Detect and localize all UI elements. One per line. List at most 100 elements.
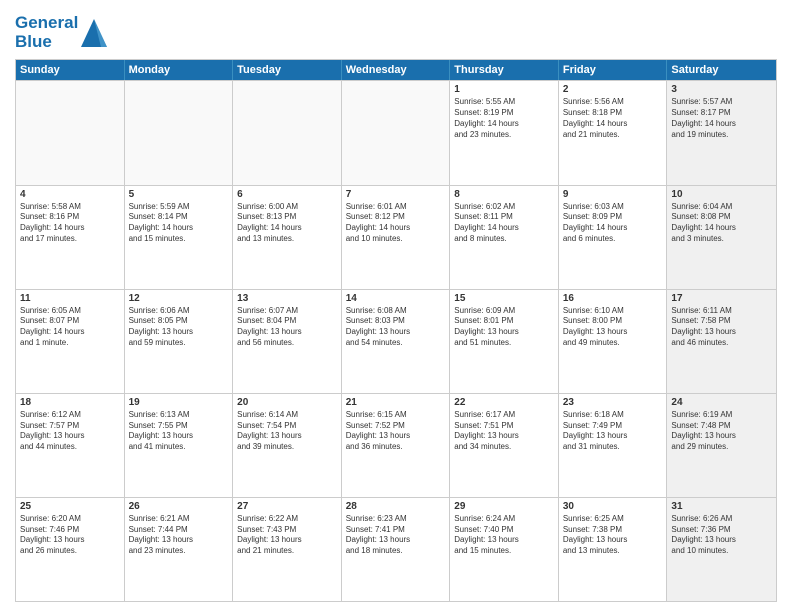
calendar-cell: 3Sunrise: 5:57 AM Sunset: 8:17 PM Daylig… — [667, 81, 776, 184]
cell-info: Sunrise: 5:58 AM Sunset: 8:16 PM Dayligh… — [20, 202, 120, 245]
day-header-wednesday: Wednesday — [342, 60, 451, 80]
calendar-cell: 14Sunrise: 6:08 AM Sunset: 8:03 PM Dayli… — [342, 290, 451, 393]
calendar-cell: 4 Sunrise: 5:58 AM Sunset: 8:16 PM Daylig… — [16, 186, 125, 289]
day-header-friday: Friday — [559, 60, 668, 80]
day-number: 8 — [454, 189, 554, 200]
calendar-cell: 2 Sunrise: 5:56 AM Sunset: 8:18 PM Daylig… — [559, 81, 668, 184]
cell-info: Sunrise: 6:21 AM Sunset: 7:44 PM Dayligh… — [129, 514, 229, 557]
week-row-3: 18Sunrise: 6:12 AM Sunset: 7:57 PM Dayli… — [16, 393, 776, 497]
day-number: 7 — [346, 189, 446, 200]
day-number: 13 — [237, 293, 337, 304]
day-header-thursday: Thursday — [450, 60, 559, 80]
cell-info: Sunrise: 6:23 AM Sunset: 7:41 PM Dayligh… — [346, 514, 446, 557]
day-number: 24 — [671, 397, 772, 408]
day-number: 21 — [346, 397, 446, 408]
cell-info: Sunrise: 6:06 AM Sunset: 8:05 PM Dayligh… — [129, 306, 229, 349]
cell-info: Sunrise: 6:19 AM Sunset: 7:48 PM Dayligh… — [671, 410, 772, 453]
day-number: 22 — [454, 397, 554, 408]
cell-info: Sunrise: 6:00 AM Sunset: 8:13 PM Dayligh… — [237, 202, 337, 245]
cell-info: Sunrise: 6:13 AM Sunset: 7:55 PM Dayligh… — [129, 410, 229, 453]
cell-info: Sunrise: 5:57 AM Sunset: 8:17 PM Dayligh… — [671, 97, 772, 140]
calendar-cell: 31 Sunrise: 6:26 AM Sunset: 7:36 PM Dayli… — [667, 498, 776, 601]
cell-info: Sunrise: 6:11 AM Sunset: 7:58 PM Dayligh… — [671, 306, 772, 349]
logo: General Blue — [15, 14, 107, 51]
calendar-cell: 10Sunrise: 6:04 AM Sunset: 8:08 PM Dayli… — [667, 186, 776, 289]
day-header-tuesday: Tuesday — [233, 60, 342, 80]
week-row-1: 4 Sunrise: 5:58 AM Sunset: 8:16 PM Daylig… — [16, 185, 776, 289]
day-number: 5 — [129, 189, 229, 200]
day-number: 25 — [20, 501, 120, 512]
cell-info: Sunrise: 6:25 AM Sunset: 7:38 PM Dayligh… — [563, 514, 663, 557]
calendar-cell: 23 Sunrise: 6:18 AM Sunset: 7:49 PM Dayli… — [559, 394, 668, 497]
day-number: 6 — [237, 189, 337, 200]
cell-info: Sunrise: 6:08 AM Sunset: 8:03 PM Dayligh… — [346, 306, 446, 349]
cell-info: Sunrise: 5:56 AM Sunset: 8:18 PM Dayligh… — [563, 97, 663, 140]
calendar-header: SundayMondayTuesdayWednesdayThursdayFrid… — [16, 60, 776, 80]
logo-blue: Blue — [15, 33, 78, 52]
cell-info: Sunrise: 6:09 AM Sunset: 8:01 PM Dayligh… — [454, 306, 554, 349]
cell-info: Sunrise: 5:55 AM Sunset: 8:19 PM Dayligh… — [454, 97, 554, 140]
calendar-cell: 30 Sunrise: 6:25 AM Sunset: 7:38 PM Dayli… — [559, 498, 668, 601]
calendar-cell: 18Sunrise: 6:12 AM Sunset: 7:57 PM Dayli… — [16, 394, 125, 497]
day-number: 29 — [454, 501, 554, 512]
day-header-saturday: Saturday — [667, 60, 776, 80]
cell-info: Sunrise: 6:18 AM Sunset: 7:49 PM Dayligh… — [563, 410, 663, 453]
cell-info: Sunrise: 6:22 AM Sunset: 7:43 PM Dayligh… — [237, 514, 337, 557]
calendar-cell: 17 Sunrise: 6:11 AM Sunset: 7:58 PM Dayli… — [667, 290, 776, 393]
week-row-4: 25Sunrise: 6:20 AM Sunset: 7:46 PM Dayli… — [16, 497, 776, 601]
cell-info: Sunrise: 6:03 AM Sunset: 8:09 PM Dayligh… — [563, 202, 663, 245]
calendar-cell: 26Sunrise: 6:21 AM Sunset: 7:44 PM Dayli… — [125, 498, 234, 601]
calendar-cell: 7 Sunrise: 6:01 AM Sunset: 8:12 PM Daylig… — [342, 186, 451, 289]
day-number: 30 — [563, 501, 663, 512]
day-number: 27 — [237, 501, 337, 512]
calendar-cell: 27 Sunrise: 6:22 AM Sunset: 7:43 PM Dayli… — [233, 498, 342, 601]
day-number: 2 — [563, 84, 663, 95]
calendar-cell: 5Sunrise: 5:59 AM Sunset: 8:14 PM Daylig… — [125, 186, 234, 289]
calendar: SundayMondayTuesdayWednesdayThursdayFrid… — [15, 59, 777, 602]
day-number: 9 — [563, 189, 663, 200]
calendar-cell: 11 Sunrise: 6:05 AM Sunset: 8:07 PM Dayli… — [16, 290, 125, 393]
calendar-cell: 8 Sunrise: 6:02 AM Sunset: 8:11 PM Daylig… — [450, 186, 559, 289]
day-number: 15 — [454, 293, 554, 304]
calendar-cell: 13 Sunrise: 6:07 AM Sunset: 8:04 PM Dayli… — [233, 290, 342, 393]
cell-info: Sunrise: 6:04 AM Sunset: 8:08 PM Dayligh… — [671, 202, 772, 245]
day-number: 20 — [237, 397, 337, 408]
week-row-2: 11 Sunrise: 6:05 AM Sunset: 8:07 PM Dayli… — [16, 289, 776, 393]
calendar-cell: 28 Sunrise: 6:23 AM Sunset: 7:41 PM Dayli… — [342, 498, 451, 601]
day-number: 11 — [20, 293, 120, 304]
calendar-cell: 15 Sunrise: 6:09 AM Sunset: 8:01 PM Dayli… — [450, 290, 559, 393]
calendar-cell: 29 Sunrise: 6:24 AM Sunset: 7:40 PM Dayli… — [450, 498, 559, 601]
cell-info: Sunrise: 6:24 AM Sunset: 7:40 PM Dayligh… — [454, 514, 554, 557]
day-number: 23 — [563, 397, 663, 408]
calendar-cell: 12 Sunrise: 6:06 AM Sunset: 8:05 PM Dayli… — [125, 290, 234, 393]
calendar-cell: 19 Sunrise: 6:13 AM Sunset: 7:55 PM Dayli… — [125, 394, 234, 497]
day-number: 16 — [563, 293, 663, 304]
calendar-cell: 24 Sunrise: 6:19 AM Sunset: 7:48 PM Dayli… — [667, 394, 776, 497]
cell-info: Sunrise: 6:12 AM Sunset: 7:57 PM Dayligh… — [20, 410, 120, 453]
cell-info: Sunrise: 6:07 AM Sunset: 8:04 PM Dayligh… — [237, 306, 337, 349]
day-number: 17 — [671, 293, 772, 304]
day-number: 4 — [20, 189, 120, 200]
day-number: 19 — [129, 397, 229, 408]
cell-info: Sunrise: 6:01 AM Sunset: 8:12 PM Dayligh… — [346, 202, 446, 245]
day-number: 28 — [346, 501, 446, 512]
cell-info: Sunrise: 6:02 AM Sunset: 8:11 PM Dayligh… — [454, 202, 554, 245]
day-number: 12 — [129, 293, 229, 304]
cell-info: Sunrise: 6:05 AM Sunset: 8:07 PM Dayligh… — [20, 306, 120, 349]
calendar-cell: 9 Sunrise: 6:03 AM Sunset: 8:09 PM Daylig… — [559, 186, 668, 289]
calendar-body: 1Sunrise: 5:55 AM Sunset: 8:19 PM Daylig… — [16, 80, 776, 601]
cell-info: Sunrise: 6:10 AM Sunset: 8:00 PM Dayligh… — [563, 306, 663, 349]
calendar-cell: 20Sunrise: 6:14 AM Sunset: 7:54 PM Dayli… — [233, 394, 342, 497]
day-header-monday: Monday — [125, 60, 234, 80]
calendar-cell — [16, 81, 125, 184]
calendar-cell — [233, 81, 342, 184]
calendar-cell: 1Sunrise: 5:55 AM Sunset: 8:19 PM Daylig… — [450, 81, 559, 184]
calendar-cell: 25Sunrise: 6:20 AM Sunset: 7:46 PM Dayli… — [16, 498, 125, 601]
logo-icon — [81, 17, 107, 49]
day-number: 31 — [671, 501, 772, 512]
day-header-sunday: Sunday — [16, 60, 125, 80]
cell-info: Sunrise: 6:17 AM Sunset: 7:51 PM Dayligh… — [454, 410, 554, 453]
calendar-cell: 16 Sunrise: 6:10 AM Sunset: 8:00 PM Dayli… — [559, 290, 668, 393]
cell-info: Sunrise: 6:26 AM Sunset: 7:36 PM Dayligh… — [671, 514, 772, 557]
calendar-cell: 22 Sunrise: 6:17 AM Sunset: 7:51 PM Dayli… — [450, 394, 559, 497]
